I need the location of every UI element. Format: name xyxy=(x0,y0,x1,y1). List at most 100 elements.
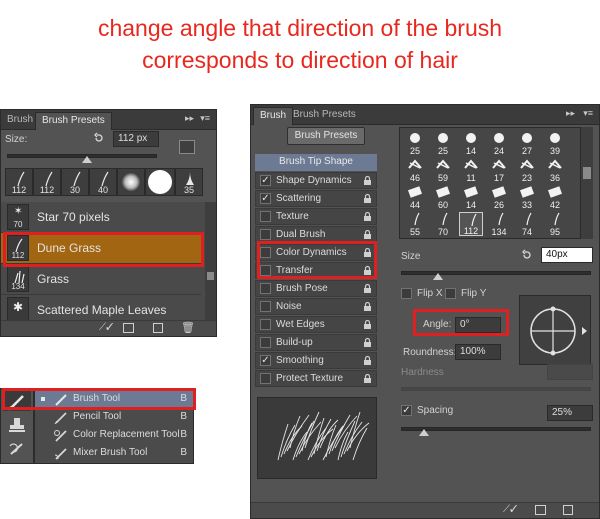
brush-tip-shape-header[interactable]: Brush Tip Shape xyxy=(255,154,377,171)
option-checkbox[interactable] xyxy=(260,319,271,330)
flyout-mixer-brush-tool[interactable]: Mixer Brush Tool B xyxy=(35,445,195,462)
brush-option-10[interactable]: ✓ Smoothing xyxy=(255,352,377,369)
grid-view-icon[interactable] xyxy=(535,505,546,515)
brush-tip-cell[interactable]: 74 xyxy=(515,212,539,237)
spacing-slider-track[interactable] xyxy=(401,427,591,431)
brush-option-0[interactable]: ✓ Shape Dynamics xyxy=(255,172,377,189)
preset-thumb[interactable]: 112 xyxy=(5,168,33,196)
brush-tool-icon[interactable] xyxy=(3,391,31,411)
brush-tip-cell[interactable]: 25 xyxy=(431,131,455,156)
option-checkbox[interactable]: ✓ xyxy=(260,193,271,204)
hard-round-brush-icon[interactable] xyxy=(145,168,175,196)
brush-option-9[interactable]: Build-up xyxy=(255,334,377,351)
brush-tip-cell[interactable]: 46 xyxy=(403,158,427,183)
spacing-checkbox[interactable]: ✓ xyxy=(401,405,412,416)
brush-tip-cell[interactable]: 33 xyxy=(515,185,539,210)
list-item[interactable]: 134 Grass xyxy=(1,264,201,295)
brush-option-11[interactable]: Protect Texture xyxy=(255,370,377,387)
option-checkbox[interactable] xyxy=(260,247,271,258)
tab-brush-presets[interactable]: Brush Presets xyxy=(35,112,112,130)
brush-option-3[interactable]: Dual Brush xyxy=(255,226,377,243)
new-preset-icon[interactable] xyxy=(563,505,573,515)
panel-menu-icon[interactable]: ▾≡ xyxy=(200,113,210,124)
brush-tip-cell[interactable]: 134 xyxy=(487,212,511,237)
tip-grid-scrollbar[interactable] xyxy=(581,127,593,239)
history-brush-icon[interactable] xyxy=(7,441,27,457)
new-preset-icon[interactable] xyxy=(153,323,163,333)
panel-menu-icon[interactable]: ▾≡ xyxy=(583,108,593,119)
grid-view-icon[interactable] xyxy=(123,323,134,333)
brush-tip-cell[interactable]: 59 xyxy=(431,158,455,183)
brush-option-6[interactable]: Brush Pose xyxy=(255,280,377,297)
brush-tip-cell[interactable]: 36 xyxy=(543,158,567,183)
spacing-input[interactable]: 25% xyxy=(547,405,593,421)
brush-tip-cell[interactable]: 44 xyxy=(403,185,427,210)
preset-thumb[interactable]: 35 xyxy=(175,168,203,196)
brush-option-4[interactable]: Color Dynamics xyxy=(255,244,377,261)
brush-tip-cell[interactable]: 25 xyxy=(403,131,427,156)
lock-icon[interactable] xyxy=(363,301,372,312)
lock-icon[interactable] xyxy=(363,355,372,366)
angle-roundness-widget[interactable] xyxy=(519,295,591,365)
size-input[interactable]: 112 px xyxy=(113,131,159,147)
spacing-slider-thumb[interactable] xyxy=(419,429,429,436)
lock-icon[interactable] xyxy=(363,319,372,330)
flip-x-checkbox[interactable] xyxy=(401,288,412,299)
brush-option-1[interactable]: ✓ Scattering xyxy=(255,190,377,207)
brush-size-slider-thumb[interactable] xyxy=(433,273,443,280)
create-preset-icon[interactable] xyxy=(179,140,195,154)
option-checkbox[interactable] xyxy=(260,211,271,222)
option-checkbox[interactable] xyxy=(260,283,271,294)
brush-tip-cell[interactable]: 23 xyxy=(515,158,539,183)
collapse-icon[interactable]: ▸▸ xyxy=(566,108,575,119)
tab-brush-presets[interactable]: Brush Presets xyxy=(287,107,362,125)
brush-tip-cell[interactable]: 27 xyxy=(515,131,539,156)
brush-option-5[interactable]: Transfer xyxy=(255,262,377,279)
brush-tip-cell[interactable]: 24 xyxy=(487,131,511,156)
lock-icon[interactable] xyxy=(363,265,372,276)
brush-presets-button[interactable]: Brush Presets xyxy=(287,127,365,145)
option-checkbox[interactable]: ✓ xyxy=(260,175,271,186)
brush-tip-cell[interactable]: 60 xyxy=(431,185,455,210)
option-checkbox[interactable] xyxy=(260,229,271,240)
brush-tip-cell[interactable]: 70 xyxy=(431,212,455,237)
list-item[interactable]: ✱ Scattered Maple Leaves xyxy=(1,295,201,322)
flip-y-checkbox[interactable] xyxy=(445,288,456,299)
list-item-selected[interactable]: 112 Dune Grass xyxy=(1,233,201,264)
stamp-tool-icon[interactable] xyxy=(7,417,27,433)
brush-option-7[interactable]: Noise xyxy=(255,298,377,315)
flyout-brush-tool[interactable]: Brush Tool B xyxy=(35,391,195,408)
brush-tip-cell[interactable]: 11 xyxy=(459,158,483,183)
lock-icon[interactable] xyxy=(363,247,372,258)
lock-icon[interactable] xyxy=(363,175,372,186)
lock-icon[interactable] xyxy=(363,229,372,240)
brush-tip-cell[interactable]: 55 xyxy=(403,212,427,237)
brush-option-8[interactable]: Wet Edges xyxy=(255,316,377,333)
lock-icon[interactable] xyxy=(363,193,372,204)
size-slider-thumb[interactable] xyxy=(82,156,92,163)
angle-input[interactable]: 0° xyxy=(455,317,501,333)
brush-tip-cell[interactable]: 17 xyxy=(487,158,511,183)
option-checkbox[interactable] xyxy=(260,301,271,312)
option-checkbox[interactable]: ✓ xyxy=(260,355,271,366)
lock-icon[interactable] xyxy=(363,211,372,222)
brush-size-slider-track[interactable] xyxy=(401,271,591,275)
lock-icon[interactable] xyxy=(363,373,372,384)
flyout-color-replacement-tool[interactable]: Color Replacement Tool B xyxy=(35,427,195,444)
brush-size-input[interactable]: 40px xyxy=(541,247,593,263)
brush-tip-cell[interactable]: 14 xyxy=(459,131,483,156)
brush-tip-cell[interactable]: 14 xyxy=(459,185,483,210)
preset-list-scrollbar[interactable] xyxy=(205,202,216,322)
option-checkbox[interactable] xyxy=(260,265,271,276)
preset-thumb[interactable]: 30 xyxy=(61,168,89,196)
reset-size-icon[interactable] xyxy=(93,132,105,144)
option-checkbox[interactable] xyxy=(260,337,271,348)
tab-brush[interactable]: Brush xyxy=(1,112,39,130)
soft-round-brush-icon[interactable] xyxy=(117,168,145,196)
option-checkbox[interactable] xyxy=(260,373,271,384)
reset-size-icon[interactable] xyxy=(521,249,533,261)
flyout-pencil-tool[interactable]: Pencil Tool B xyxy=(35,409,195,426)
brush-tip-cell[interactable]: 26 xyxy=(487,185,511,210)
brush-tip-cell[interactable]: 95 xyxy=(543,212,567,237)
brush-option-2[interactable]: Texture xyxy=(255,208,377,225)
